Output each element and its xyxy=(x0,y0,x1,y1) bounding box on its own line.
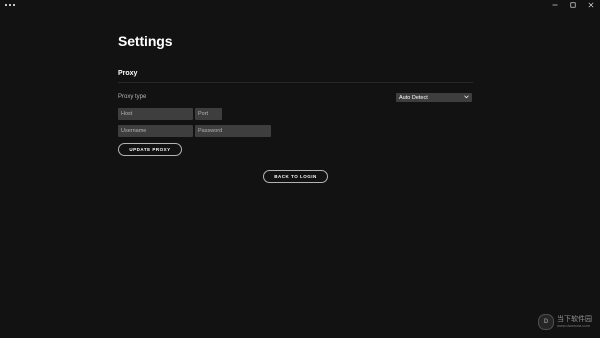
proxy-section-title: Proxy xyxy=(118,70,138,77)
watermark-logo: D xyxy=(538,314,554,330)
watermark: D 当下软件园 www.downxia.com xyxy=(538,314,592,330)
password-placeholder: Password xyxy=(198,128,223,134)
maximize-icon[interactable] xyxy=(564,0,582,10)
menu-dot xyxy=(5,4,7,6)
host-input[interactable]: Host xyxy=(118,108,193,120)
update-proxy-button[interactable]: UPDATE PROXY xyxy=(118,143,182,156)
menu-dot xyxy=(13,4,15,6)
port-input[interactable]: Port xyxy=(195,108,222,120)
menu-dot xyxy=(9,4,11,6)
minimize-icon[interactable] xyxy=(546,0,564,10)
watermark-url: www.downxia.com xyxy=(557,322,590,328)
proxy-type-select[interactable]: Auto Detect xyxy=(396,93,472,102)
host-placeholder: Host xyxy=(121,111,133,117)
more-menu-icon[interactable] xyxy=(5,4,15,6)
page-title: Settings xyxy=(118,33,173,49)
password-input[interactable]: Password xyxy=(195,125,271,137)
section-divider xyxy=(118,82,473,83)
back-to-login-button[interactable]: BACK TO LOGIN xyxy=(263,170,328,183)
watermark-text: 当下软件园 www.downxia.com xyxy=(557,315,592,328)
window-controls xyxy=(546,0,600,10)
close-icon[interactable] xyxy=(582,0,600,10)
proxy-type-label: Proxy type xyxy=(118,94,147,100)
chevron-down-icon xyxy=(464,95,469,101)
username-input[interactable]: Username xyxy=(118,125,193,137)
port-placeholder: Port xyxy=(198,111,209,117)
proxy-type-value: Auto Detect xyxy=(399,94,428,101)
username-placeholder: Username xyxy=(121,128,147,134)
